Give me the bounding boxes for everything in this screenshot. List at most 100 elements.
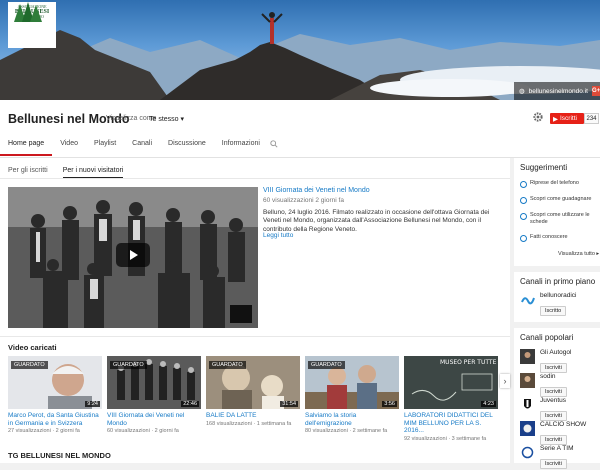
- video-title[interactable]: VIII Giornata dei Veneti nel Mondo: [107, 412, 201, 427]
- video-thumbnail[interactable]: GUARDATO 3:56: [305, 356, 399, 409]
- video-meta: 60 visualizzazioni · 2 giorni fa: [107, 428, 179, 434]
- subscribe-small-button[interactable]: Iscriviti: [540, 387, 567, 397]
- featured-video-title[interactable]: VIII Giornata dei Veneti nel Mondo: [263, 187, 370, 194]
- channel-banner: ASSOCIAZIONE BELLUNESI NEL MONDO ◍ bellu…: [0, 0, 600, 100]
- read-more-link[interactable]: Leggi tutto: [263, 232, 293, 239]
- circle-icon: [520, 213, 527, 220]
- popular-channels-card: Canali popolari Gli Autogol Iscriviti so…: [514, 328, 600, 469]
- youtube-play-icon: ▶: [553, 115, 558, 123]
- banner-website-link[interactable]: bellunesinelmondo.it: [529, 88, 588, 95]
- next-arrow-icon[interactable]: ›: [500, 374, 510, 388]
- play-button[interactable]: [116, 243, 150, 267]
- subscribe-small-button[interactable]: Iscriviti: [540, 411, 567, 421]
- featured-video-meta: 60 visualizzazioni 2 giorni fa: [263, 197, 344, 204]
- google-plus-icon[interactable]: G+: [591, 86, 600, 96]
- tab-home[interactable]: Home page: [0, 138, 53, 156]
- view-as-dropdown[interactable]: Te stesso ▾: [149, 115, 184, 123]
- video-title[interactable]: Salviamo la storia dell'emigrazione: [305, 412, 399, 427]
- video-meta: 168 visualizzazioni · 1 settimana fa: [206, 420, 292, 427]
- tg-section-title[interactable]: TG BELLUNESI NEL MONDO: [8, 451, 111, 460]
- channel-item[interactable]: Serie A TIM Iscriviti: [520, 445, 573, 470]
- channel-tabs: Home page Video Playlist Canali Discussi…: [0, 138, 278, 156]
- search-icon[interactable]: [270, 140, 278, 148]
- channel-name[interactable]: Gli Autogol: [540, 349, 571, 356]
- watched-badge: GUARDATO: [209, 361, 246, 369]
- suggestion-item[interactable]: Scopri come utilizzare le schede: [520, 212, 600, 225]
- tab-discussione[interactable]: Discussione: [160, 138, 214, 156]
- channel-avatar: [520, 373, 535, 388]
- suggestion-item[interactable]: Riprese del telefono: [520, 180, 579, 188]
- tab-playlist[interactable]: Playlist: [86, 138, 124, 156]
- video-card[interactable]: GUARDATO 9:24 Marco Perot, da Santa Gius…: [8, 356, 102, 434]
- popular-channels-title: Canali popolari: [520, 333, 574, 342]
- audience-subtabs: Per gli iscritti Per i nuovi visitatori: [8, 167, 124, 178]
- view-all-link[interactable]: Visualizza tutto ▸: [558, 251, 599, 257]
- tab-informazioni[interactable]: Informazioni: [214, 138, 268, 156]
- channel-logo[interactable]: ASSOCIAZIONE BELLUNESI NEL MONDO: [8, 2, 56, 48]
- video-duration: 9:24: [85, 401, 100, 407]
- channel-name[interactable]: sodin: [540, 373, 567, 380]
- video-duration: 22:46: [181, 401, 199, 407]
- watched-badge: GUARDATO: [110, 361, 147, 369]
- suggestions-title: Suggerimenti: [520, 163, 568, 172]
- channel-item[interactable]: Juventus Iscriviti: [520, 397, 567, 422]
- suggestion-item[interactable]: Scopri come guadagnare: [520, 196, 591, 204]
- bellunoradici-avatar: [520, 292, 535, 307]
- subscribe-small-button[interactable]: Iscriviti: [540, 459, 567, 469]
- video-card[interactable]: MUSEO PER TUTTE 4:23 LABORATORI DIDATTIC…: [404, 356, 498, 442]
- suggestion-item[interactable]: Fatti conoscere: [520, 234, 568, 242]
- video-thumbnail[interactable]: GUARDATO 22:46: [107, 356, 201, 409]
- gear-icon[interactable]: [533, 112, 543, 122]
- video-meta: 27 visualizzazioni · 2 giorni fa: [8, 428, 80, 434]
- channel-avatar: [520, 349, 535, 364]
- video-title[interactable]: Marco Perot, da Santa Giustina in German…: [8, 412, 102, 427]
- channel-header: Bellunesi nel Mondo Visualizza come Te s…: [0, 100, 600, 158]
- suggestions-card: Suggerimenti Riprese del telefono Scopri…: [514, 158, 600, 266]
- channel-item[interactable]: sodin Iscriviti: [520, 373, 567, 398]
- video-duration: 31:54: [280, 401, 298, 407]
- divider: [0, 336, 510, 337]
- globe-icon: ◍: [519, 88, 525, 95]
- video-title[interactable]: LABORATORI DIDATTICI DEL MIM BELLUNO PER…: [404, 412, 498, 435]
- channel-avatar: [520, 421, 535, 436]
- subscribe-small-button[interactable]: Iscriviti: [540, 363, 567, 373]
- thumbnail-text: MUSEO PER TUTTE: [440, 359, 497, 366]
- trees-icon: [14, 2, 42, 22]
- banner-link-bar: ◍ bellunesinelmondo.it G+: [514, 82, 600, 100]
- video-card[interactable]: GUARDATO 3:56 Salviamo la storia dell'em…: [305, 356, 399, 434]
- featured-channels-card: Canali in primo piano bellunoradici Iscr…: [514, 272, 600, 322]
- video-card[interactable]: GUARDATO 31:54 BALIE DA LATTE 168 visual…: [206, 356, 300, 427]
- video-title[interactable]: BALIE DA LATTE: [206, 412, 300, 420]
- featured-video-player[interactable]: [8, 187, 258, 328]
- channel-item[interactable]: CALCIO SHOW Iscriviti: [520, 421, 586, 446]
- subscribe-small-button[interactable]: Iscriviti: [540, 435, 567, 445]
- video-thumbnail[interactable]: GUARDATO 31:54: [206, 356, 300, 409]
- circle-icon: [520, 235, 527, 242]
- suggestion-label: Riprese del telefono: [530, 180, 579, 186]
- video-thumbnail[interactable]: GUARDATO 9:24: [8, 356, 102, 409]
- video-thumbnail[interactable]: MUSEO PER TUTTE 4:23: [404, 356, 498, 409]
- tab-canali[interactable]: Canali: [124, 138, 160, 156]
- circle-icon: [520, 181, 527, 188]
- watched-badge: GUARDATO: [11, 361, 48, 369]
- serie-a-logo-icon: [520, 445, 535, 460]
- channel-name[interactable]: Serie A TIM: [540, 445, 573, 452]
- suggestion-label: Scopri come guadagnare: [530, 196, 592, 202]
- tab-video[interactable]: Video: [52, 138, 86, 156]
- channel-name[interactable]: bellunoradici: [540, 292, 577, 299]
- subscribe-button[interactable]: ▶ Iscritti: [550, 113, 584, 124]
- video-card[interactable]: GUARDATO 22:46 VIII Giornata dei Veneti …: [107, 356, 201, 434]
- channel-name[interactable]: CALCIO SHOW: [540, 421, 586, 428]
- channel-name[interactable]: Juventus: [540, 397, 567, 404]
- channel-item[interactable]: bellunoradici Iscritto: [520, 292, 577, 317]
- subscribed-button[interactable]: Iscritto: [540, 306, 567, 316]
- subtab-new-visitors[interactable]: Per i nuovi visitatori: [62, 167, 124, 178]
- subscriber-count: 234: [584, 113, 599, 124]
- subscribe-label: Iscritti: [560, 115, 577, 122]
- subtab-subscribers[interactable]: Per gli iscritti: [8, 167, 48, 178]
- channel-item[interactable]: Gli Autogol Iscriviti: [520, 349, 571, 374]
- uploads-section-title[interactable]: Video caricati: [8, 343, 57, 352]
- video-meta: 80 visualizzazioni · 2 settimane fa: [305, 428, 388, 434]
- circle-icon: [520, 197, 527, 204]
- video-duration: 3:56: [382, 401, 397, 407]
